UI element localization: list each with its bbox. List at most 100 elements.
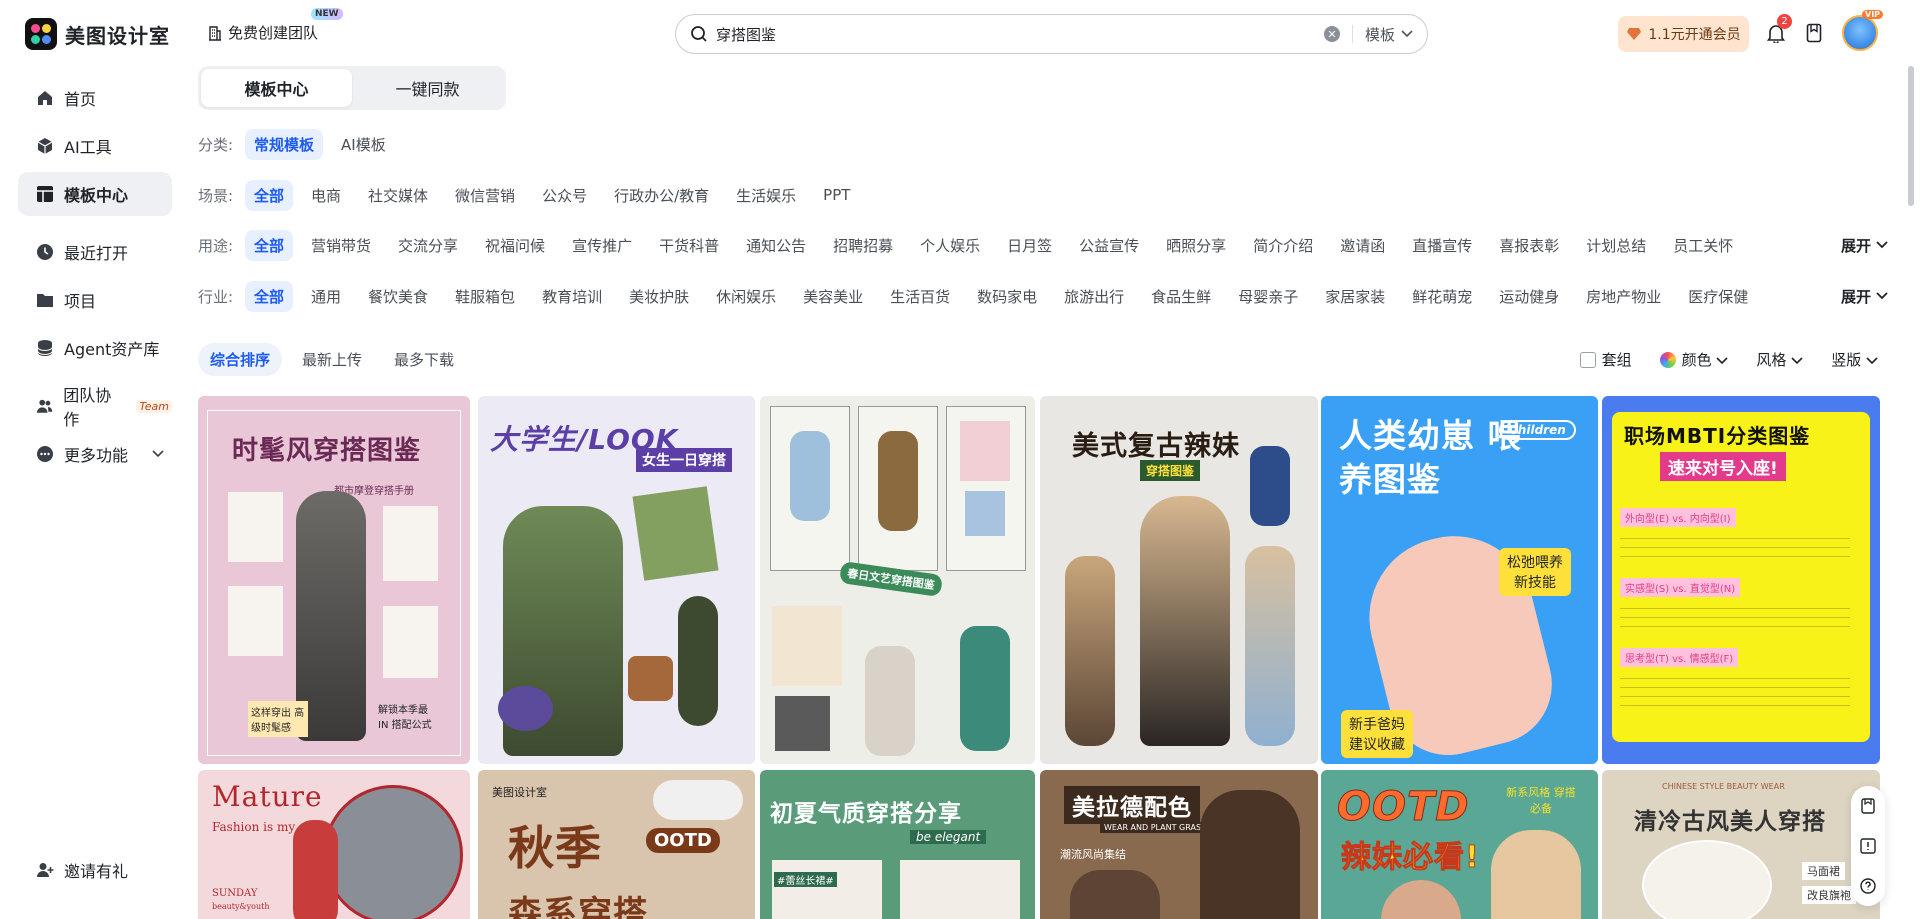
industry-chip[interactable]: 生活百货 xyxy=(881,281,959,312)
industry-chip[interactable]: 房地产物业 xyxy=(1577,281,1670,312)
page-scrollbar[interactable] xyxy=(1908,66,1914,206)
sort-latest[interactable]: 最新上传 xyxy=(290,343,374,376)
model-figure xyxy=(1381,880,1461,919)
template-card[interactable]: 美拉德配色 WEAR AND PLANT GRASS 潮流风尚集结 xyxy=(1040,770,1318,919)
usage-chip[interactable]: 通知公告 xyxy=(737,230,815,261)
category-chip[interactable]: 常规模板 xyxy=(245,128,324,160)
app-logo[interactable]: 美图设计室 xyxy=(25,18,170,50)
usage-chip[interactable]: 招聘招募 xyxy=(824,230,902,261)
search-input[interactable] xyxy=(716,25,1324,43)
category-chip[interactable]: AI模板 xyxy=(332,129,395,160)
scene-chip[interactable]: 电商 xyxy=(302,180,350,211)
sort-comprehensive[interactable]: 综合排序 xyxy=(198,342,283,376)
template-card[interactable]: 美式复古辣妹 穿搭图鉴 xyxy=(1040,396,1318,764)
sidebar-item-team[interactable]: 团队协作 Team xyxy=(18,384,172,429)
sort-most-downloads[interactable]: 最多下载 xyxy=(382,343,466,376)
template-card[interactable]: 时髦风穿搭图鉴 都市摩登穿搭手册 这样穿出 高级时髦感 解锁本季最IN 搭配公式 xyxy=(198,396,470,764)
template-card[interactable]: OOTD 辣妹必看! 新系风格 穿搭必备 xyxy=(1321,770,1598,919)
usage-chip[interactable]: 喜报表彰 xyxy=(1490,230,1568,261)
search-scope-dropdown[interactable]: 模板 xyxy=(1365,24,1413,45)
industry-chip[interactable]: 家居家装 xyxy=(1316,281,1394,312)
scene-chip[interactable]: 全部 xyxy=(245,179,294,211)
usage-chip[interactable]: 直播宣传 xyxy=(1403,230,1481,261)
expand-label: 展开 xyxy=(1840,236,1871,255)
usage-chip[interactable]: 全部 xyxy=(245,229,294,261)
industry-chip[interactable]: 食品生鲜 xyxy=(1142,281,1220,312)
scene-chip[interactable]: 微信营销 xyxy=(446,180,524,211)
sidebar-item-projects[interactable]: 项目 xyxy=(18,278,172,322)
bookmark-button[interactable] xyxy=(1803,22,1825,44)
template-card[interactable]: 职场MBTI分类图鉴 速来对号入座! 外向型(E) vs. 内向型(I) 实感型… xyxy=(1602,396,1880,764)
usage-chip[interactable]: 宣传推广 xyxy=(563,230,641,261)
industry-chip[interactable]: 教育培训 xyxy=(533,281,611,312)
industry-chip[interactable]: 美容美业 xyxy=(794,281,872,312)
template-subtitle: SUNDAY xyxy=(212,888,258,899)
usage-chip[interactable]: 晒照分享 xyxy=(1157,230,1235,261)
usage-chip[interactable]: 个人娱乐 xyxy=(911,230,989,261)
scene-chip[interactable]: 生活娱乐 xyxy=(727,180,805,211)
clear-search-icon[interactable]: ✕ xyxy=(1323,26,1340,42)
sidebar-item-more[interactable]: 更多功能 xyxy=(18,432,172,476)
chevron-down-icon xyxy=(1716,356,1728,364)
industry-chip[interactable]: 鲜花萌宠 xyxy=(1403,281,1481,312)
industry-chip[interactable]: 餐饮美食 xyxy=(359,281,437,312)
usage-chip[interactable]: 公益宣传 xyxy=(1070,230,1148,261)
template-card[interactable]: 春日文艺穿搭图鉴 xyxy=(760,396,1035,764)
usage-chip[interactable]: 计划总结 xyxy=(1577,230,1655,261)
sidebar-item-templates[interactable]: 模板中心 xyxy=(18,172,172,216)
template-card[interactable]: Mature Fashion is my attitude SUNDAY bea… xyxy=(198,770,470,919)
sidebar-item-invite[interactable]: 邀请有礼 xyxy=(18,848,172,892)
industry-chip[interactable]: 休闲娱乐 xyxy=(707,281,785,312)
template-card[interactable]: 人类幼崽 喂养图鉴 Children 松弛喂养 新技能 新手爸妈 建议收藏 xyxy=(1321,396,1598,764)
create-team-button[interactable]: 免费创建团队 NEW xyxy=(208,8,343,43)
scene-chip[interactable]: 社交媒体 xyxy=(359,180,437,211)
usage-chip[interactable]: 交流分享 xyxy=(389,230,467,261)
usage-chip[interactable]: 营销带货 xyxy=(302,230,380,261)
scene-chip[interactable]: 公众号 xyxy=(533,180,596,211)
template-card[interactable]: 初夏气质穿搭分享 be elegant #蕾丝长裙# xyxy=(760,770,1035,919)
scene-chip[interactable]: PPT xyxy=(814,181,859,209)
industry-chip[interactable]: 医疗保健 xyxy=(1679,281,1757,312)
industry-chip[interactable]: 全部 xyxy=(245,280,294,312)
expand-industry-button[interactable]: 展开 xyxy=(1841,286,1888,307)
template-card[interactable]: 大学生/LOOK 女生一日穿搭 xyxy=(478,396,755,764)
industry-chip[interactable]: 数码家电 xyxy=(968,281,1046,312)
model-figure xyxy=(1070,870,1160,919)
sidebar-item-home[interactable]: 首页 xyxy=(18,76,172,120)
save-float-button[interactable] xyxy=(1858,796,1878,816)
sidebar-item-label: 模板中心 xyxy=(64,186,129,205)
industry-chip[interactable]: 旅游出行 xyxy=(1055,281,1133,312)
set-filter-checkbox[interactable]: 套组 xyxy=(1579,349,1632,370)
sidebar-item-agent-assets[interactable]: Agent资产库 xyxy=(18,326,172,370)
feedback-float-button[interactable] xyxy=(1858,836,1878,856)
industry-chip[interactable]: 母婴亲子 xyxy=(1229,281,1307,312)
scene-chip[interactable]: 行政办公/教育 xyxy=(605,180,718,211)
help-float-button[interactable] xyxy=(1858,876,1878,896)
template-subtitle: be elegant xyxy=(910,830,987,844)
sidebar-item-recent[interactable]: 最近打开 xyxy=(18,230,172,274)
usage-chip[interactable]: 邀请函 xyxy=(1331,230,1394,261)
industry-chip[interactable]: 鞋服箱包 xyxy=(446,281,524,312)
user-avatar[interactable]: VIP xyxy=(1842,10,1884,51)
industry-chip[interactable]: 运动健身 xyxy=(1490,281,1568,312)
chevron-down-icon xyxy=(1876,241,1888,249)
tab-template-center[interactable]: 模板中心 xyxy=(201,69,352,107)
usage-chip[interactable]: 员工关怀 xyxy=(1664,230,1742,261)
usage-chip[interactable]: 日月签 xyxy=(998,230,1061,261)
notification-button[interactable]: 2 xyxy=(1765,14,1792,44)
template-card[interactable]: CHINESE STYLE BEAUTY WEAR 清冷古风美人穿搭 马面裙 改… xyxy=(1602,770,1880,919)
color-filter-dropdown[interactable]: 颜色 xyxy=(1659,349,1729,370)
industry-chip[interactable]: 通用 xyxy=(302,281,350,312)
style-filter-dropdown[interactable]: 风格 xyxy=(1756,349,1803,370)
orientation-dropdown[interactable]: 竖版 xyxy=(1831,349,1878,370)
vip-membership-button[interactable]: 1.1元开通会员 xyxy=(1618,16,1749,52)
usage-chip[interactable]: 干货科普 xyxy=(650,230,728,261)
usage-chip[interactable]: 简介介绍 xyxy=(1244,230,1322,261)
template-card[interactable]: 美图设计室 秋季 OOTD 森系穿搭 xyxy=(478,770,755,919)
expand-usage-button[interactable]: 展开 xyxy=(1841,235,1888,256)
search-bar[interactable]: ✕ 模板 xyxy=(675,14,1428,54)
industry-chip[interactable]: 美妆护肤 xyxy=(620,281,698,312)
sidebar-item-ai-tools[interactable]: AI工具 xyxy=(18,124,172,168)
tab-one-click-copy[interactable]: 一键同款 xyxy=(352,69,503,107)
usage-chip[interactable]: 祝福问候 xyxy=(476,230,554,261)
